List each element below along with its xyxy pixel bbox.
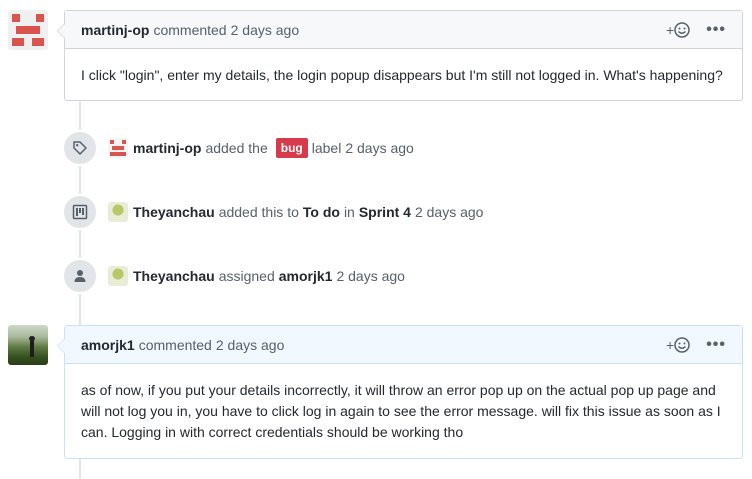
event-text: label — [311, 140, 342, 156]
event-time[interactable]: 2 days ago — [345, 140, 414, 156]
label-badge-bug[interactable]: bug — [275, 138, 308, 158]
event-text: assigned — [218, 268, 275, 284]
add-reaction-plus: + — [666, 21, 675, 38]
smiley-icon — [674, 21, 690, 38]
comment-pointer — [57, 338, 65, 354]
comment-action: commented — [153, 21, 227, 38]
event-text: added the — [205, 140, 268, 156]
comment-body: as of now, if you put your details incor… — [81, 382, 721, 440]
mini-avatar-theyanchau[interactable] — [108, 202, 128, 222]
comment-author[interactable]: amorjk1 — [81, 337, 135, 353]
avatar-amorjk1[interactable] — [8, 325, 48, 365]
event-text: added this to — [218, 204, 299, 220]
event-time[interactable]: 2 days ago — [415, 204, 484, 220]
project-column[interactable]: To do — [303, 204, 340, 220]
comment-time[interactable]: 2 days ago — [216, 337, 285, 353]
tag-icon — [73, 141, 87, 155]
event-assignee[interactable]: amorjk1 — [279, 268, 333, 284]
event-badge — [62, 194, 98, 230]
event-time[interactable]: 2 days ago — [336, 268, 405, 284]
smiley-icon — [674, 336, 690, 353]
avatar-martinj-op[interactable] — [8, 10, 48, 50]
event-badge — [62, 258, 98, 294]
comment-author[interactable]: martinj-op — [81, 22, 149, 38]
add-reaction-button[interactable]: + — [666, 337, 690, 353]
add-reaction-plus: + — [666, 336, 675, 353]
comment-amorjk1: amorjk1 commented 2 days ago + ••• as of… — [57, 325, 743, 459]
mini-avatar-theyanchau[interactable] — [108, 266, 128, 286]
timeline-event-label: martinj-op added the bug label 2 days ag… — [62, 130, 414, 166]
person-icon — [74, 270, 86, 282]
project-name[interactable]: Sprint 4 — [359, 204, 411, 220]
project-icon — [72, 204, 88, 220]
timeline-event-project: Theyanchau added this to To do in Sprint… — [62, 194, 484, 230]
comment-martinj-op: martinj-op commented 2 days ago + ••• I … — [57, 10, 743, 101]
event-actor[interactable]: Theyanchau — [133, 268, 215, 284]
comment-header: amorjk1 commented 2 days ago + ••• — [65, 326, 742, 364]
more-options-button[interactable]: ••• — [706, 336, 726, 354]
event-actor[interactable]: Theyanchau — [133, 204, 215, 220]
more-options-button[interactable]: ••• — [706, 21, 726, 39]
comment-pointer — [57, 23, 65, 39]
comment-time[interactable]: 2 days ago — [231, 22, 300, 38]
add-reaction-button[interactable]: + — [666, 22, 690, 38]
comment-header: martinj-op commented 2 days ago + ••• — [65, 11, 742, 49]
event-badge — [62, 130, 98, 166]
comment-body: I click "login", enter my details, the l… — [81, 67, 723, 83]
mini-avatar-martinj-op[interactable] — [108, 138, 128, 158]
event-text: in — [343, 204, 355, 220]
event-actor[interactable]: martinj-op — [133, 140, 201, 156]
comment-action: commented — [138, 336, 212, 353]
timeline-event-assigned: Theyanchau assigned amorjk1 2 days ago — [62, 258, 405, 294]
